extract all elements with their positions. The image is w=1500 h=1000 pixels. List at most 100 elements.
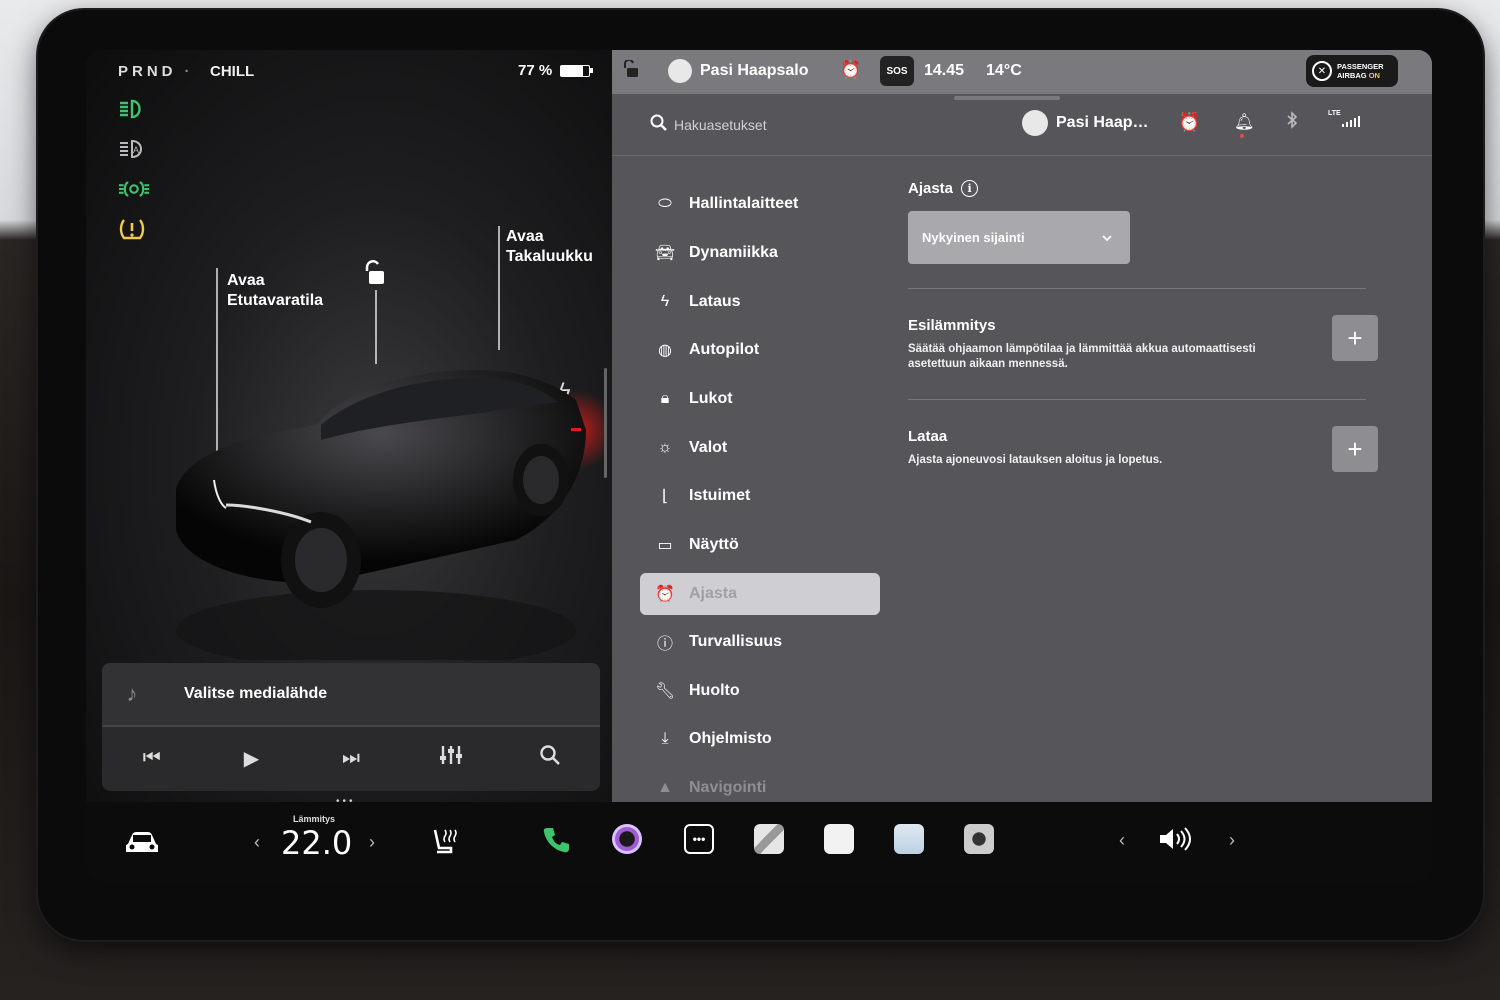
schedule-title-row: Ajasta i <box>908 180 1378 197</box>
schedule-title: Ajasta <box>908 180 954 197</box>
volume-icon[interactable] <box>1158 826 1192 858</box>
location-selected: Nykyinen sijainti <box>922 230 1025 245</box>
display-icon: ▭ <box>657 537 673 555</box>
car-illustration <box>176 370 606 660</box>
nav-item-valot[interactable]: ☼ Valot <box>640 423 880 472</box>
profile-name[interactable]: Pasi Haap… <box>1056 114 1148 132</box>
previous-track-icon[interactable]: ⏮ <box>132 747 172 770</box>
nav-item-turvallisuus[interactable]: ⓘ Turvallisuus <box>640 618 880 667</box>
volume-up-icon[interactable]: › <box>1229 830 1235 851</box>
driver-avatar[interactable] <box>668 59 692 83</box>
media-source-row[interactable]: ♪ Valitse medialähde <box>102 663 600 727</box>
auto-high-beam-icon: A <box>118 136 150 162</box>
navigation-icon: ▲ <box>657 778 673 796</box>
driver-profile-name[interactable]: Pasi Haapsalo <box>700 62 809 80</box>
signal-strength-icon <box>1342 116 1360 127</box>
temp-increase-icon[interactable]: › <box>369 832 375 853</box>
lte-label: LTE <box>1328 110 1341 117</box>
nav-item-label: Istuimet <box>689 487 751 505</box>
schedule-content: Ajasta i Nykyinen sijainti Esilämmitys S… <box>908 180 1378 510</box>
download-icon: ⤓ <box>661 730 669 748</box>
sun-icon: ☼ <box>657 438 673 456</box>
gear-letters: PRND <box>118 63 177 80</box>
nav-item-label: Valot <box>689 438 728 456</box>
nav-item-label: Ajasta <box>689 584 738 602</box>
nav-item-lataus[interactable]: ϟ Lataus <box>640 277 880 326</box>
settings-panel: Pasi Haapsalo ⏰ SOS 14.45 14°C ✕ PASSENG… <box>612 50 1432 802</box>
unlocked-icon[interactable] <box>362 260 386 286</box>
lock-status-icon[interactable] <box>622 58 640 83</box>
sos-button[interactable]: SOS <box>880 56 914 86</box>
sos-label: SOS <box>886 65 908 77</box>
gear-separator-dot: · <box>184 63 190 80</box>
airbag-state: ON <box>1368 71 1380 80</box>
cabin-temperature[interactable]: 22.0 <box>281 824 352 862</box>
add-charge-schedule-button[interactable]: + <box>1332 426 1378 472</box>
bluetooth-icon[interactable] <box>1286 111 1298 134</box>
nav-item-näyttö[interactable]: ▭ Näyttö <box>640 521 880 570</box>
search-icon <box>650 114 668 137</box>
nav-item-lukot[interactable]: 🔒︎ Lukot <box>640 375 880 424</box>
settings-header: Pasi Haap… ⏰ 🔔︎ LTE <box>612 100 1432 156</box>
frunk-label-line2: Etutavaratila <box>227 292 324 309</box>
schedule-alarm-icon[interactable]: ⏰ <box>1178 112 1200 133</box>
parking-lights-icon <box>118 176 150 202</box>
info-icon[interactable]: i <box>961 180 979 197</box>
seat-heater-icon[interactable] <box>431 826 459 862</box>
media-search-icon[interactable] <box>530 744 570 772</box>
climate-caption: Lämmitys <box>293 814 336 824</box>
nav-item-label: Lataus <box>689 292 741 310</box>
nav-item-label: Näyttö <box>689 536 739 554</box>
nav-item-huolto[interactable]: 🔧︎ Huolto <box>640 666 880 715</box>
trunk-label-line1: Avaa <box>506 228 544 245</box>
alarm-clock-icon[interactable]: ⏰ <box>840 60 861 80</box>
music-note-icon: ♪ <box>126 681 138 706</box>
profile-avatar[interactable] <box>1022 110 1048 136</box>
airbag-line1: PASSENGER <box>1337 62 1384 71</box>
nav-item-ohjelmisto[interactable]: ⤓ Ohjelmisto <box>640 715 880 764</box>
next-track-icon[interactable]: ⏭ <box>331 747 371 770</box>
nav-item-autopilot[interactable]: ◍ Autopilot <box>640 326 880 375</box>
tire-pressure-warning-icon <box>118 216 150 242</box>
preheat-section: Esilämmitys Säätää ohjaamon lämpötilaa j… <box>908 289 1378 399</box>
touchscreen: PRND · CHILL 77 % A Avaa Etutavaratila Av… <box>86 50 1432 882</box>
drive-mode: CHILL <box>210 63 255 80</box>
open-frunk-label[interactable]: Avaa Etutavaratila <box>227 271 323 311</box>
volume-down-icon[interactable]: ‹ <box>1119 830 1125 851</box>
notification-bell-icon[interactable]: 🔔︎ <box>1234 112 1254 138</box>
open-trunk-label[interactable]: Avaa Takaluukku <box>506 227 593 267</box>
airbag-line2: AIRBAG <box>1337 71 1367 80</box>
gear-indicator: PRND · <box>118 63 198 80</box>
dashcam-app-icon[interactable] <box>964 824 994 854</box>
car-icon[interactable] <box>124 830 160 862</box>
trunk-label-line2: Takaluukku <box>506 248 593 265</box>
header-divider <box>612 155 1432 156</box>
alert-circle-icon: ⓘ <box>656 635 673 653</box>
nav-item-label: Autopilot <box>689 341 760 359</box>
nav-item-ajasta[interactable]: ⏰ Ajasta <box>640 572 880 615</box>
nav-item-hallintalaitteet[interactable]: ⬭ Hallintalaitteet <box>640 180 880 229</box>
phone-icon[interactable] <box>542 826 570 860</box>
notes-app-icon[interactable] <box>894 824 924 854</box>
location-dropdown[interactable]: Nykyinen sijainti <box>908 211 1130 264</box>
settings-search-input[interactable] <box>674 112 894 138</box>
nav-item-istuimet[interactable]: ⌊ Istuimet <box>640 472 880 521</box>
navigation-app-icon[interactable] <box>754 824 784 854</box>
camera-app-icon[interactable] <box>612 824 642 854</box>
headlights-on-icon <box>118 96 150 122</box>
equalizer-icon[interactable] <box>431 744 471 772</box>
settings-nav: ⬭ Hallintalaitteet 🚘︎ Dynamiikka ϟ Lataus ◍ Aut… <box>640 180 880 812</box>
steering-wheel-icon: ◍ <box>658 342 672 360</box>
bolt-icon: ϟ <box>660 292 670 310</box>
add-preheat-button[interactable]: + <box>1332 315 1378 361</box>
charge-section: Lataa Ajasta ajoneuvosi latauksen aloitu… <box>908 400 1378 510</box>
battery-icon <box>560 64 594 77</box>
airbag-icon: ✕ <box>1312 61 1332 81</box>
play-icon[interactable]: ▶ <box>231 746 271 771</box>
calendar-app-icon[interactable] <box>824 824 854 854</box>
nav-item-label: Lukot <box>689 390 733 408</box>
more-apps-icon[interactable]: ••• <box>684 824 714 854</box>
nav-item-dynamiikka[interactable]: 🚘︎ Dynamiikka <box>640 229 880 278</box>
preheat-title: Esilämmitys <box>908 317 996 334</box>
temp-decrease-icon[interactable]: ‹ <box>254 832 260 853</box>
